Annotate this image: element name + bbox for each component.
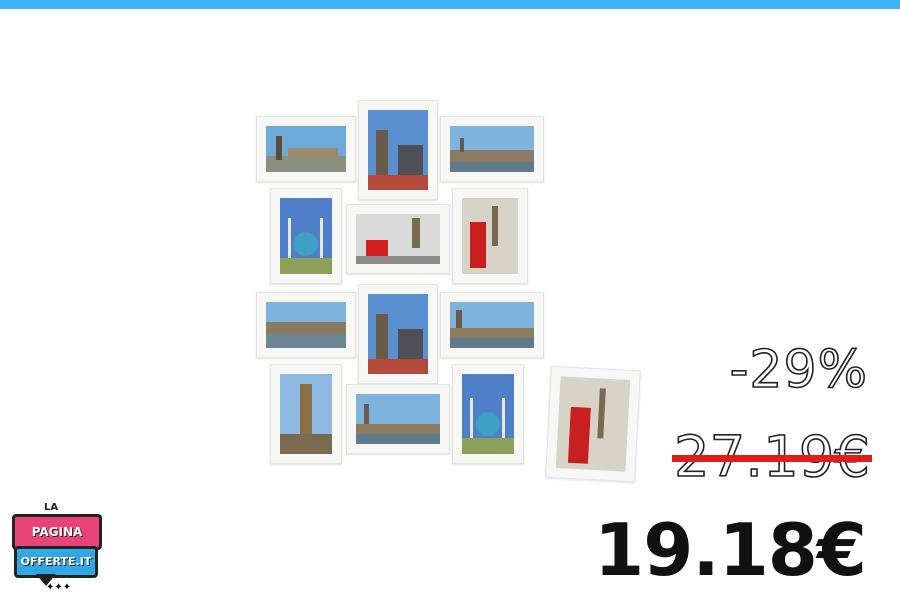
logo-line-1: PAGINA DELLE	[12, 514, 102, 569]
photo-frame	[346, 204, 450, 274]
photo-frame	[256, 292, 356, 358]
landmark-photo-phone-box-2	[555, 376, 631, 472]
photo-frame	[358, 100, 438, 200]
photo-frame	[452, 188, 528, 284]
landmark-photo-phone-box	[462, 198, 518, 274]
old-price: 27.19€	[672, 424, 872, 491]
landmark-photo-mosque	[280, 198, 332, 274]
landmark-photo-prague-2	[368, 294, 428, 374]
landmark-photo-parliament	[450, 302, 534, 348]
landmark-photo-westminster	[450, 126, 534, 172]
logo-line-2: OFFERTE.IT	[14, 546, 98, 578]
sparkle-icon: ✦✦✦	[46, 582, 72, 593]
landmark-photo-westminster-bridge	[266, 302, 346, 348]
standalone-photo-frame	[545, 365, 641, 483]
photo-frame	[440, 116, 544, 182]
photo-frame	[346, 384, 450, 454]
logo-top-text: LA	[44, 502, 59, 513]
photo-frame	[440, 292, 544, 358]
top-accent-bar	[0, 0, 900, 9]
discount-percentage: -29%	[729, 339, 868, 401]
landmark-photo-prague	[368, 110, 428, 190]
photo-frame	[270, 188, 342, 284]
landmark-photo-big-ben	[266, 126, 346, 172]
photo-frame	[452, 364, 524, 464]
landmark-photo-london-bus	[356, 214, 440, 264]
photo-frame	[256, 116, 356, 182]
product-image	[240, 92, 660, 492]
landmark-photo-big-ben-2	[280, 374, 332, 454]
photo-frame	[270, 364, 342, 464]
new-price: 19.18€	[594, 508, 867, 592]
photo-frame	[358, 284, 438, 384]
site-logo: LA PAGINA DELLE OFFERTE.IT ✦✦✦	[6, 502, 102, 594]
landmark-photo-thames	[356, 394, 440, 444]
landmark-photo-mosque-2	[462, 374, 514, 454]
strikethrough-line	[672, 455, 872, 462]
